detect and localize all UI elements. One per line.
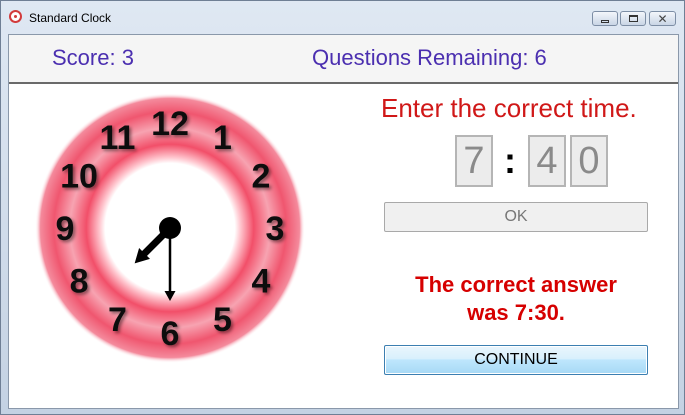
feedback-line-2: was 7:30. (467, 300, 565, 325)
score-header: Score: 3 Questions Remaining: 6 (9, 35, 678, 84)
maximize-button[interactable] (620, 11, 646, 26)
maximize-icon (628, 15, 638, 22)
clock-numeral-12: 12 (151, 105, 189, 143)
clock-numeral-11: 11 (100, 119, 136, 157)
minute-ones-input[interactable]: 0 (570, 135, 608, 187)
clock-numeral-8: 8 (70, 263, 89, 301)
clock-app-icon (9, 10, 22, 23)
clock-numeral-7: 7 (108, 301, 127, 339)
minimize-icon (601, 20, 609, 23)
prompt-text: Enter the correct time. (381, 93, 637, 123)
analog-clock: 12 1 2 3 4 5 6 7 8 9 10 11 (35, 93, 305, 363)
main-panel: Score: 3 Questions Remaining: 6 12 1 2 3… (8, 34, 679, 409)
clock-face: 12 12 3 45678 9 1011 (35, 93, 305, 363)
window-title: Standard Clock (29, 11, 112, 25)
hour-input[interactable]: 7 (455, 135, 493, 187)
clock-numeral-1: 1 (213, 119, 232, 157)
clock-numeral-10: 10 (60, 158, 98, 196)
clock-numeral-3: 3 (266, 210, 285, 248)
clock-numeral-5: 5 (213, 301, 232, 339)
title-bar[interactable]: Standard Clock ✕ (1, 1, 684, 31)
clock-numeral-9: 9 (56, 210, 75, 248)
score-label: Score: 3 (52, 45, 134, 70)
feedback-line-1: The correct answer (415, 272, 617, 297)
questions-remaining-label: Questions Remaining: 6 (312, 45, 547, 70)
feedback-message: The correct answer was 7:30. (384, 271, 648, 327)
close-button[interactable]: ✕ (649, 11, 676, 26)
clock-numeral-4: 4 (251, 263, 270, 301)
ok-button[interactable]: OK (384, 202, 648, 232)
clock-numeral-6: 6 (161, 315, 180, 353)
time-colon: : (504, 140, 516, 181)
clock-center-hub (159, 217, 181, 239)
minimize-button[interactable] (592, 11, 618, 26)
clock-numeral-2: 2 (251, 158, 270, 196)
minute-tens-input[interactable]: 4 (528, 135, 566, 187)
continue-button[interactable]: CONTINUE (384, 345, 648, 375)
app-window: Standard Clock ✕ Score: 3 Questions Rema… (0, 0, 685, 415)
close-icon: ✕ (657, 11, 668, 26)
